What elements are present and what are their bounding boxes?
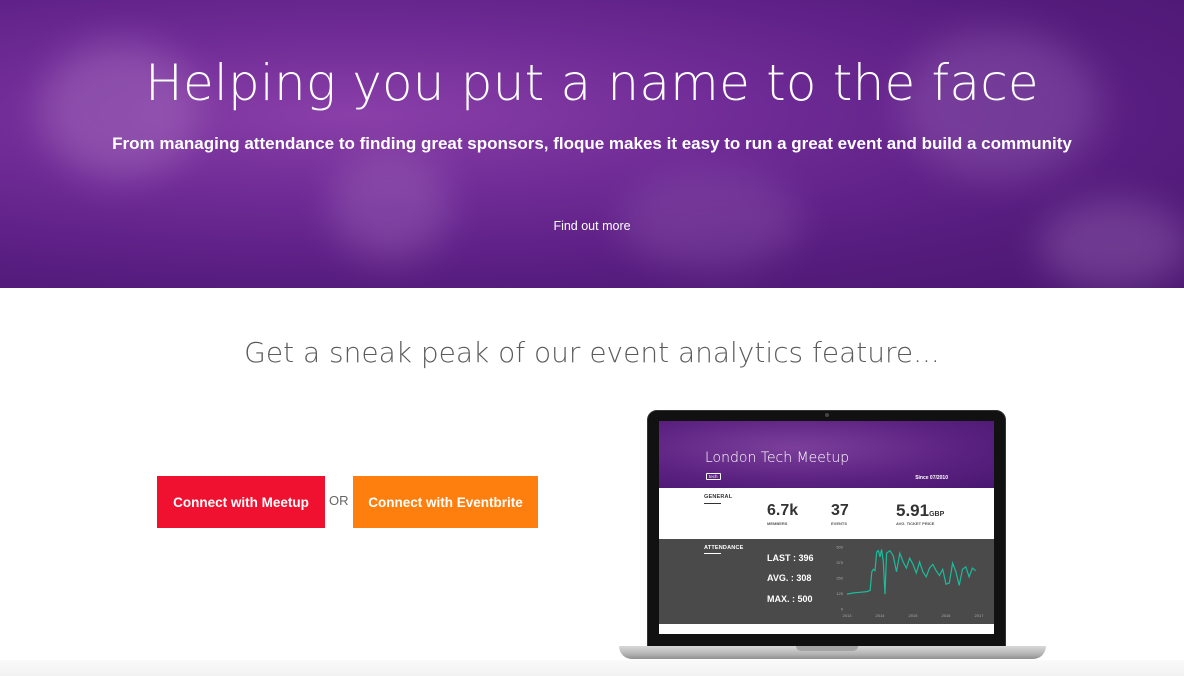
stat-members-value: 6.7k bbox=[767, 502, 799, 519]
preview-general-panel: GENERAL 6.7k MEMBERS 37 EVENTS 5.91GBP A… bbox=[659, 488, 994, 539]
preview-group-title: London Tech Meetup bbox=[705, 450, 850, 466]
find-out-more-link[interactable]: Find out more bbox=[0, 219, 1184, 233]
attendance-chart: 500 375 250 125 02013 2014 2015 2016 2017 bbox=[836, 545, 985, 619]
stat-events-value: 37 bbox=[831, 502, 849, 519]
hero-subtitle: From managing attendance to finding grea… bbox=[112, 134, 1072, 153]
hero-bg-blur bbox=[1040, 200, 1184, 288]
preview-since: Since 07/2010 bbox=[915, 475, 948, 481]
hero-bg-blur bbox=[330, 150, 450, 260]
attendance-avg: AVG. : 308 bbox=[767, 573, 812, 583]
stat-price-number: 5.91 bbox=[896, 501, 930, 520]
stat-events-label: EVENTS bbox=[831, 521, 848, 526]
y-tick-label: 125 bbox=[836, 591, 843, 596]
attendance-series-line bbox=[846, 549, 977, 595]
attendance-last: LAST : 396 bbox=[767, 553, 814, 563]
x-tick-label: 2013 bbox=[843, 613, 853, 618]
y-tick-label: 500 bbox=[836, 545, 843, 550]
x-tick-label: 2017 bbox=[975, 613, 985, 618]
stat-price-value: 5.91GBP bbox=[896, 501, 944, 521]
laptop-camera bbox=[825, 413, 829, 417]
stat-price-label: AVG. TICKET PRICE bbox=[896, 521, 935, 526]
y-tick-label: 375 bbox=[836, 560, 843, 565]
general-underline bbox=[704, 503, 721, 504]
x-tick-label: 2014 bbox=[876, 613, 886, 618]
hero-banner: Helping you put a name to the face From … bbox=[0, 0, 1184, 288]
connect-meetup-button[interactable]: Connect with Meetup bbox=[157, 476, 325, 528]
preview-attendance-panel: ATTENDANCE LAST : 396 AVG. : 308 MAX. : … bbox=[659, 539, 994, 624]
y-tick-label: 0 bbox=[841, 607, 844, 612]
stat-members-label: MEMBERS bbox=[767, 521, 788, 526]
or-separator: OR bbox=[329, 493, 349, 508]
attendance-label: ATTENDANCE bbox=[704, 545, 744, 551]
preview-header: London Tech Meetup tech Since 07/2010 bbox=[659, 421, 994, 488]
general-label: GENERAL bbox=[704, 494, 733, 500]
x-tick-label: 2016 bbox=[942, 613, 952, 618]
hero-title: Helping you put a name to the face bbox=[145, 54, 1039, 112]
y-tick-label: 250 bbox=[836, 576, 843, 581]
attendance-max: MAX. : 500 bbox=[767, 594, 813, 604]
connect-eventbrite-button[interactable]: Connect with Eventbrite bbox=[353, 476, 538, 528]
analytics-heading: Get a sneak peak of our event analytics … bbox=[244, 336, 940, 369]
analytics-preview-screen: London Tech Meetup tech Since 07/2010 GE… bbox=[659, 421, 994, 634]
x-tick-label: 2015 bbox=[909, 613, 919, 618]
laptop-notch bbox=[796, 646, 858, 651]
stat-price-unit: GBP bbox=[929, 511, 945, 518]
preview-footer bbox=[659, 624, 994, 634]
preview-tag: tech bbox=[706, 473, 721, 480]
page-bottom-fade bbox=[0, 660, 1184, 676]
attendance-underline bbox=[704, 553, 721, 554]
